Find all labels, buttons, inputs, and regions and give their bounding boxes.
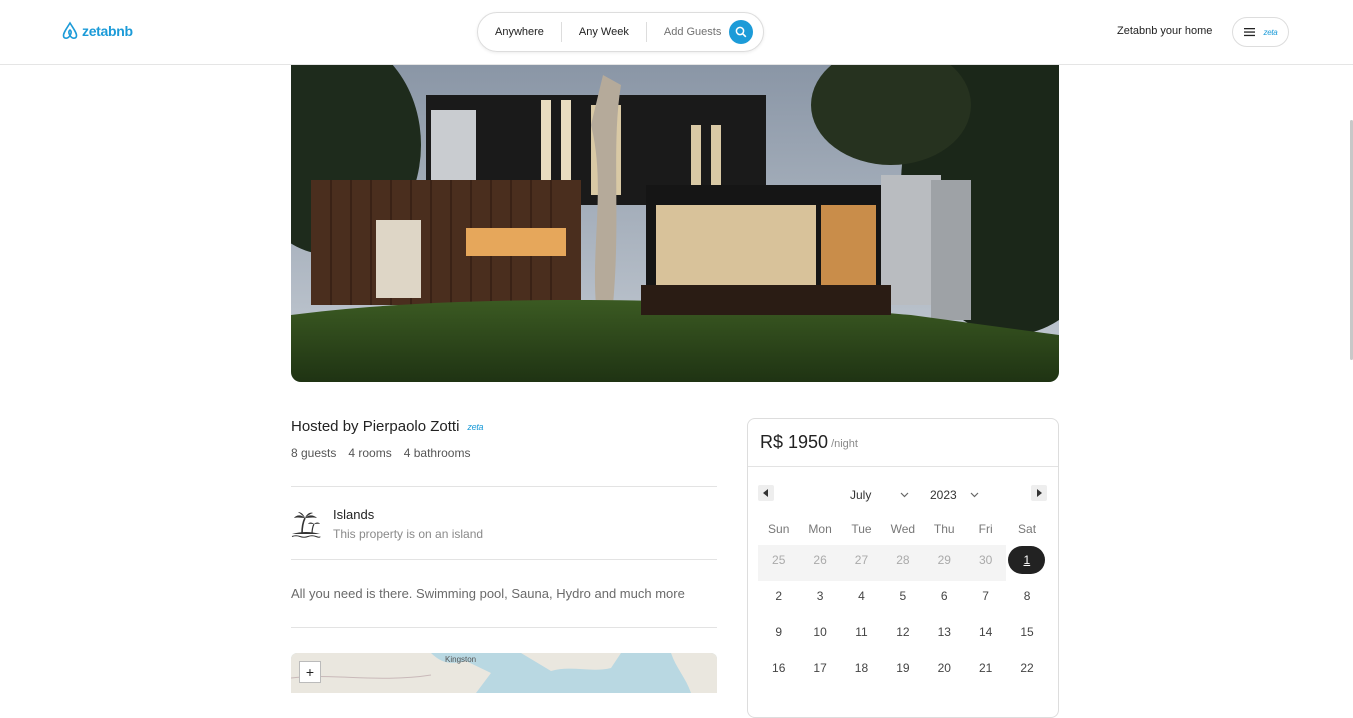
caret-right-icon [1037,489,1042,497]
calendar-day[interactable]: 12 [882,617,923,653]
search-anywhere[interactable]: Anywhere [478,22,562,42]
calendar-day[interactable]: 3 [799,581,840,617]
calendar-day[interactable]: 27 [840,545,883,581]
guests-count: 8 guests [291,446,337,460]
calendar-day[interactable]: 20 [924,653,965,689]
weekday-label: Sun [768,522,790,536]
calendar-day[interactable]: 29 [923,545,965,581]
calendar-day[interactable]: 8 [1006,581,1047,617]
calendar-day[interactable]: 18 [841,653,882,689]
category-row: Islands This property is on an island [291,487,717,559]
chevron-down-icon [970,492,979,498]
host-your-home-link[interactable]: Zetabnb your home [1117,25,1212,37]
house-photo [291,65,1059,382]
user-menu-button[interactable]: zeta [1232,17,1289,47]
rooms-count: 4 rooms [348,446,392,460]
calendar-day[interactable]: 19 [882,653,923,689]
calendar-day[interactable]: 13 [924,617,965,653]
category-title: Islands [333,507,375,522]
palm-island-icon [291,512,321,538]
calendar-day[interactable]: 30 [964,545,1007,581]
calendar-day[interactable]: 17 [799,653,840,689]
calendar-day[interactable]: 4 [841,581,882,617]
calendar-day[interactable]: 26 [799,545,841,581]
host-header: Hosted by Pierpaolo Zotti zeta [291,418,717,435]
calendar-header: July 2023 [748,467,1058,519]
search-button[interactable] [729,20,754,44]
category-subtitle: This property is on an island [333,527,484,541]
divider [291,627,717,628]
zetabnb-logo-icon [62,21,78,39]
listing-stats: 8 guests 4 rooms 4 bathrooms [291,446,717,486]
weekday-label: Thu [933,522,955,536]
chevron-down-icon [900,492,909,498]
calendar-grid: Sun Mon Tue Wed Thu Fri Sat 25 26 27 28 29 30 1 2 3 4 5 6 7… [758,519,1058,689]
hamburger-menu-icon [1243,28,1255,37]
calendar-day-selected[interactable]: 1 [1006,545,1047,581]
next-month-button[interactable] [1031,485,1047,501]
calendar-day[interactable]: 15 [1006,617,1047,653]
host-name: Hosted by Pierpaolo Zotti [291,418,460,435]
calendar-day[interactable]: 16 [758,653,799,689]
map-tiles [291,653,717,693]
logo-text: zetabnb [82,23,133,39]
search-add-guests[interactable]: Add Guests [647,22,729,42]
calendar-day[interactable]: 25 [758,545,800,581]
calendar-day[interactable]: 21 [965,653,1006,689]
price-unit: /night [831,438,858,450]
price-row: R$ 1950 /night [748,419,1058,467]
search-bar[interactable]: Anywhere Any Week Add Guests [477,12,764,52]
weekday-label: Sat [1018,522,1037,536]
booking-card: R$ 1950 /night July 2023 Sun Mon Tue Wed Thu… [747,418,1059,718]
bathrooms-count: 4 bathrooms [403,446,471,460]
calendar-day[interactable]: 9 [758,617,799,653]
calendar-day[interactable]: 6 [924,581,965,617]
selected-day-label: 1 [1008,546,1046,574]
host-avatar: zeta [467,421,484,432]
calendar-day[interactable]: 7 [965,581,1006,617]
calendar-day[interactable]: 28 [882,545,924,581]
listing-description: All you need is there. Swimming pool, Sa… [291,586,685,601]
listing-details: Hosted by Pierpaolo Zotti zeta 8 guests … [291,418,717,693]
search-any-week[interactable]: Any Week [562,22,647,42]
year-label: 2023 [930,488,957,502]
calendar-day[interactable]: 14 [965,617,1006,653]
avatar: zeta [1263,27,1278,37]
location-map[interactable]: Kingston + [291,653,717,693]
prev-month-button[interactable] [758,485,774,501]
caret-left-icon [763,489,768,497]
listing-hero-image[interactable] [291,65,1059,382]
weekday-label: Mon [808,522,832,536]
calendar-day[interactable]: 2 [758,581,799,617]
map-zoom-in-button[interactable]: + [299,661,321,683]
month-select[interactable]: July [850,488,909,502]
calendar-day[interactable]: 10 [799,617,840,653]
year-select[interactable]: 2023 [930,488,979,502]
weekday-label: Tue [851,522,872,536]
calendar-day[interactable]: 11 [841,617,882,653]
weekday-label: Wed [890,522,916,536]
top-navbar: zetabnb Anywhere Any Week Add Guests Zet… [0,0,1353,65]
logo[interactable]: zetabnb [60,21,133,41]
search-icon [735,26,747,38]
nightly-price: R$ 1950 [760,432,829,452]
map-place-label: Kingston [445,655,477,664]
month-label: July [850,488,872,502]
calendar-day[interactable]: 22 [1006,653,1047,689]
calendar-day[interactable]: 5 [882,581,923,617]
weekday-label: Fri [978,522,993,536]
